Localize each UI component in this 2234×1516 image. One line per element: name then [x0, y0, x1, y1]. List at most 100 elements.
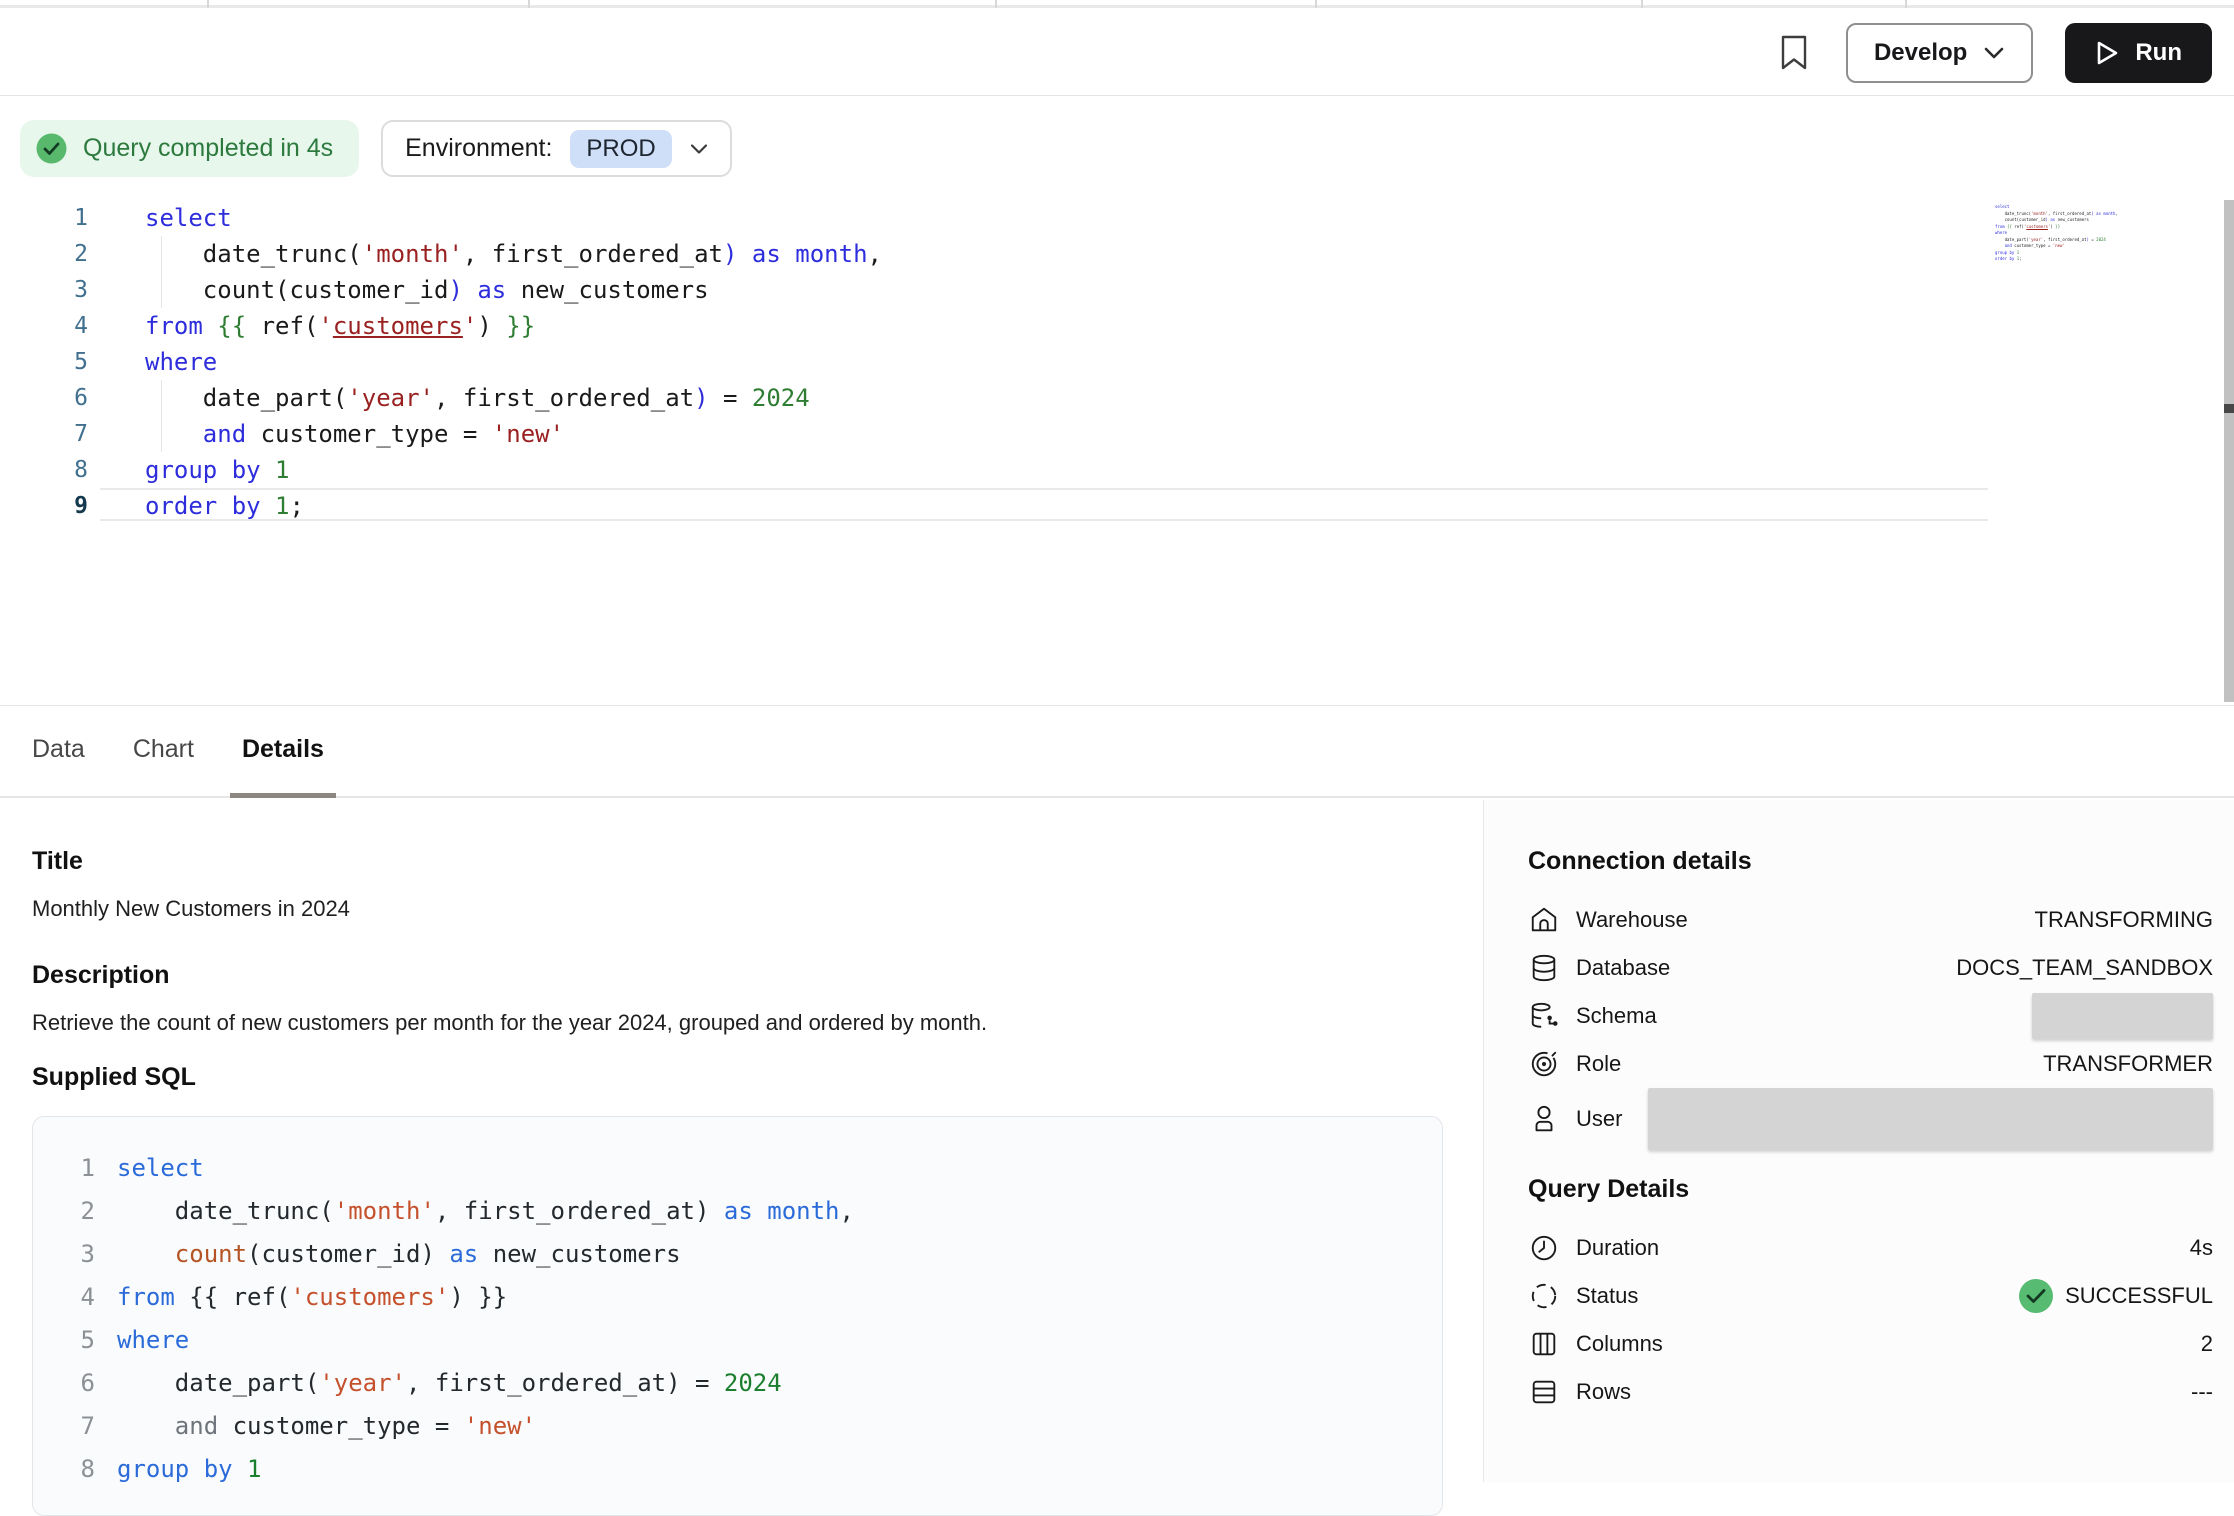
- details-main-pane: Title Monthly New Customers in 2024 Desc…: [0, 800, 1483, 1482]
- row-value: SUCCESSFUL: [2019, 1279, 2213, 1313]
- status-row: Query completed in 4s Environment: PROD: [0, 97, 2234, 200]
- redacted-value-box: [1648, 1088, 2213, 1150]
- line-number: 6: [0, 380, 88, 416]
- supplied-sql-line-1: 1select: [33, 1147, 1442, 1190]
- row-value: DOCS_TEAM_SANDBOX: [1956, 955, 2213, 981]
- supplied-sql-line-5: 5where: [33, 1319, 1442, 1362]
- row-label: Database: [1576, 955, 1670, 981]
- tab-separator: [1905, 0, 1907, 8]
- editor-scrollbar[interactable]: [2224, 200, 2234, 702]
- line-number: 2: [0, 236, 88, 272]
- row-value: 2: [2201, 1331, 2213, 1357]
- check-circle-icon: [36, 133, 67, 164]
- tab-chart[interactable]: Chart: [121, 706, 206, 798]
- editor-line-7[interactable]: 7and customer_type = 'new': [0, 416, 2210, 452]
- description-heading: Description: [32, 958, 1443, 992]
- editor-lines: 1select2date_trunc('month', first_ordere…: [0, 200, 2210, 524]
- editor-line-8[interactable]: 8group by 1: [0, 452, 2210, 488]
- title-value: Monthly New Customers in 2024: [32, 894, 1443, 924]
- code-text: count(customer_id) as new_customers: [145, 272, 709, 308]
- connection-row-user: User: [1528, 1088, 2213, 1150]
- editor-line-4[interactable]: 4 from {{ ref('customers') }}: [0, 308, 2210, 344]
- code-text: select: [145, 200, 232, 236]
- line-number: 8: [0, 452, 88, 488]
- connection-rows: Warehouse TRANSFORMING Database DOCS_TEAM_S…: [1528, 896, 2213, 1150]
- code-text: and customer_type = 'new': [117, 1405, 536, 1448]
- environment-label: Environment:: [405, 134, 552, 163]
- supplied-sql-block: 1select2date_trunc('month', first_ordere…: [32, 1116, 1443, 1516]
- environment-value-pill: PROD: [570, 130, 671, 168]
- minimap-line: order by 1;: [1995, 256, 2111, 263]
- tab-details[interactable]: Details: [230, 706, 336, 798]
- supplied-sql-line-6: 6date_part('year', first_ordered_at) = 2…: [33, 1362, 1442, 1405]
- tab-separator: [207, 0, 209, 8]
- clock-icon: [1528, 1232, 1560, 1264]
- editor-line-9[interactable]: 9order by 1;: [0, 488, 2210, 524]
- query-details-rows: Duration4sStatusSUCCESSFULColumns2Rows--…: [1528, 1224, 2213, 1416]
- tab-separator: [995, 0, 997, 8]
- bookmark-icon[interactable]: [1774, 29, 1814, 77]
- connection-row-database: Database DOCS_TEAM_SANDBOX: [1528, 944, 2213, 992]
- sql-editor[interactable]: 1select2date_trunc('month', first_ordere…: [0, 200, 2234, 705]
- editor-line-5[interactable]: 5where: [0, 344, 2210, 380]
- row-value: TRANSFORMING: [2035, 907, 2213, 933]
- top-tab-strip: [0, 0, 2234, 8]
- develop-button[interactable]: Develop: [1846, 23, 2033, 83]
- rows-icon: [1528, 1376, 1560, 1408]
- line-number: 9: [0, 488, 88, 524]
- header-bar: Develop Run: [0, 11, 2234, 96]
- warehouse-icon: [1528, 904, 1560, 936]
- user-icon: [1528, 1103, 1560, 1135]
- code-text: count(customer_id) as new_customers: [117, 1233, 681, 1276]
- tab-separator: [1641, 0, 1643, 8]
- query-row-columns: Columns2: [1528, 1320, 2213, 1368]
- line-number: 7: [33, 1405, 95, 1448]
- row-value: 4s: [2190, 1235, 2213, 1261]
- tab-data[interactable]: Data: [20, 706, 97, 798]
- title-heading: Title: [32, 844, 1443, 878]
- status-icon: [1528, 1280, 1560, 1312]
- supplied-sql-line-3: 3 count(customer_id) as new_customers: [33, 1233, 1442, 1276]
- code-text: and customer_type = 'new': [145, 416, 564, 452]
- tab-separator: [528, 0, 530, 8]
- line-number: 3: [0, 272, 88, 308]
- connection-row-schema: Schema: [1528, 992, 2213, 1040]
- editor-line-6[interactable]: 6 date_part('year', first_ordered_at) = 2…: [0, 380, 2210, 416]
- supplied-sql-heading: Supplied SQL: [32, 1060, 1443, 1094]
- supplied-sql-line-8: 8group by 1: [33, 1448, 1442, 1491]
- query-status-text: Query completed in 4s: [83, 134, 333, 163]
- code-text: date_part('year', first_ordered_at) = 20…: [145, 380, 810, 416]
- connection-row-role: RoleTRANSFORMER: [1528, 1040, 2213, 1088]
- chevron-down-icon: [1983, 46, 2005, 60]
- editor-minimap[interactable]: selectdate_trunc('month', first_ordered_…: [1995, 204, 2111, 263]
- editor-line-1[interactable]: 1select: [0, 200, 2210, 236]
- run-button[interactable]: Run: [2065, 23, 2212, 83]
- editor-line-3[interactable]: 3 count(customer_id) as new_customers: [0, 272, 2210, 308]
- line-number: 3: [33, 1233, 95, 1276]
- row-label: Status: [1576, 1283, 1638, 1309]
- code-text: where: [117, 1319, 189, 1362]
- database-icon: [1528, 952, 1560, 984]
- code-text: from {{ ref('customers') }}: [145, 308, 535, 344]
- editor-scrollbar-thumb[interactable]: [2224, 404, 2234, 413]
- line-number: 4: [33, 1276, 95, 1319]
- description-value: Retrieve the count of new customers per …: [32, 1008, 1443, 1038]
- environment-selector[interactable]: Environment: PROD: [381, 120, 732, 177]
- line-number: 4: [0, 308, 88, 344]
- role-icon: [1528, 1048, 1560, 1080]
- details-content: Title Monthly New Customers in 2024 Desc…: [0, 800, 2234, 1482]
- play-icon: [2095, 40, 2119, 66]
- row-label: User: [1576, 1106, 1622, 1132]
- line-number: 2: [33, 1190, 95, 1233]
- query-details-heading: Query Details: [1528, 1172, 2213, 1206]
- connection-details-heading: Connection details: [1528, 844, 2213, 878]
- row-label: Duration: [1576, 1235, 1659, 1261]
- query-row-duration: Duration 4s: [1528, 1224, 2213, 1272]
- connection-panel: Connection details Warehouse TRANSFORMING…: [1483, 800, 2234, 1482]
- row-label: Warehouse: [1576, 907, 1688, 933]
- columns-icon: [1528, 1328, 1560, 1360]
- supplied-sql-line-4: 4from {{ ref('customers') }}: [33, 1276, 1442, 1319]
- tab-separator: [1315, 0, 1317, 8]
- code-text: date_part('year', first_ordered_at) = 20…: [117, 1362, 782, 1405]
- editor-line-2[interactable]: 2date_trunc('month', first_ordered_at) a…: [0, 236, 2210, 272]
